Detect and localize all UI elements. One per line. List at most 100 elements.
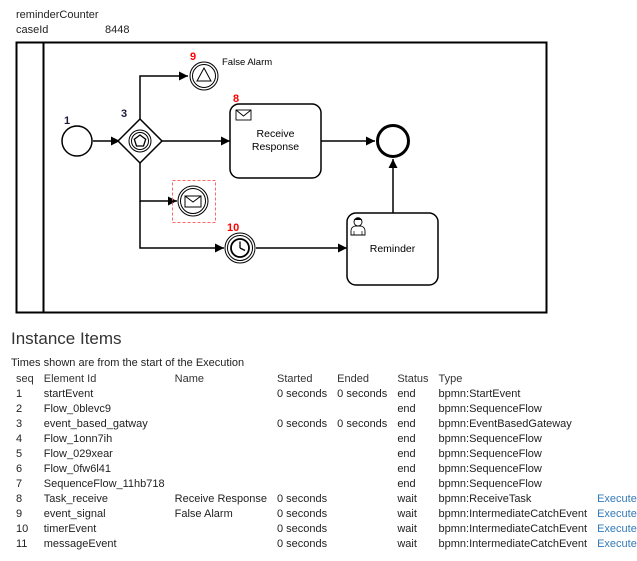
cell-type: bpmn:SequenceFlow: [438, 448, 542, 460]
table-row: 11 messageEvent 0 seconds wait bpmn:Intermed…: [11, 537, 637, 552]
table-row: 4 Flow_1onn7ih end bpmn:SequenceFlow: [11, 432, 637, 447]
table-row: 5 Flow_029xear end bpmn:SequenceFlow: [11, 447, 637, 462]
end-event[interactable]: [376, 124, 410, 158]
cell-element-id: startEvent: [43, 388, 94, 400]
cell-name: [170, 417, 272, 432]
table-header-row: seq Element Id Name Started Ended Status…: [11, 372, 637, 387]
cell-status: end: [397, 418, 416, 430]
table-body: 1 startEvent 0 seconds 0 seconds end bpmn:Sta…: [11, 387, 637, 552]
cell-status: end: [397, 433, 416, 445]
cell-status: end: [397, 463, 416, 475]
seq-label: 9: [190, 51, 196, 63]
execute-link[interactable]: Execute: [597, 508, 637, 520]
cell-action: [592, 417, 637, 432]
cell-seq: 5: [16, 448, 23, 460]
cell-name: [170, 522, 272, 537]
cell-ended: [332, 522, 392, 537]
cell-ended: 0 seconds: [337, 418, 388, 430]
cell-seq: 11: [16, 538, 28, 550]
cell-name: False Alarm: [174, 508, 233, 520]
cell-status: wait: [397, 523, 417, 535]
cell-started: [272, 402, 332, 417]
cell-status: end: [397, 478, 416, 490]
cell-action: [592, 387, 637, 402]
column-header-type: Type: [438, 373, 463, 385]
cell-seq: 10: [16, 523, 29, 535]
cell-action: [592, 477, 637, 492]
cell-seq: 8: [16, 493, 23, 505]
cell-element-id: Task_receive: [43, 493, 108, 505]
receive-task[interactable]: Receive Response 8: [229, 93, 322, 179]
table-row: 6 Flow_0fw6l41 end bpmn:SequenceFlow: [11, 462, 637, 477]
cell-started: 0 seconds: [277, 508, 328, 520]
cell-element-id: Flow_1onn7ih: [43, 433, 113, 445]
cell-name: Receive Response: [174, 493, 267, 505]
bpmn-diagram: 1 3 9 False Alarm Receive Response 8 10 …: [15, 41, 548, 314]
cell-type: bpmn:IntermediateCatchEvent: [438, 508, 588, 520]
cell-action: [592, 402, 637, 417]
cell-type: bpmn:SequenceFlow: [438, 478, 542, 490]
signal-catch-event[interactable]: 9 False Alarm: [189, 51, 272, 91]
cell-element-id: Flow_0fw6l41: [43, 463, 112, 475]
cell-element-id: timerEvent: [43, 523, 97, 535]
cell-started: [272, 477, 332, 492]
column-header-status: Status: [397, 373, 429, 385]
cell-started: 0 seconds: [277, 493, 328, 505]
cell-type: bpmn:IntermediateCatchEvent: [438, 538, 588, 550]
table-row: 9 event_signal False Alarm 0 seconds wait bpm…: [11, 507, 637, 522]
envelope-icon: [235, 109, 252, 121]
cell-type: bpmn:SequenceFlow: [438, 403, 542, 415]
table-row: 3 event_based_gatway 0 seconds 0 seconds end…: [11, 417, 637, 432]
cell-seq: 3: [16, 418, 23, 430]
cell-seq: 4: [16, 433, 23, 445]
cell-started: [272, 447, 332, 462]
cell-action: [592, 462, 637, 477]
cell-seq: 1: [16, 388, 23, 400]
table-row: 2 Flow_0blevc9 end bpmn:SequenceFlow: [11, 402, 637, 417]
cell-started: 0 seconds: [277, 523, 328, 535]
flow-gateway-to-signal[interactable]: [139, 71, 188, 121]
table-row: 1 startEvent 0 seconds 0 seconds end bpmn:Sta…: [11, 387, 637, 402]
column-header-name: Name: [174, 373, 204, 385]
cell-started: 0 seconds: [277, 418, 328, 430]
cell-type: bpmn:StartEvent: [438, 388, 521, 400]
cell-name: [170, 387, 272, 402]
cell-element-id: Flow_029xear: [43, 448, 113, 460]
execute-link[interactable]: Execute: [597, 538, 637, 550]
cell-ended: [332, 492, 392, 507]
flow-gateway-to-message[interactable]: [139, 161, 177, 206]
cell-ended: 0 seconds: [337, 388, 388, 400]
cell-name: [170, 402, 272, 417]
timer-catch-event[interactable]: 10: [224, 222, 256, 264]
column-header-ended: Ended: [337, 373, 369, 385]
column-header-element-id: Element Id: [43, 373, 97, 385]
cell-seq: 2: [16, 403, 23, 415]
message-catch-event[interactable]: [172, 180, 216, 223]
table-row: 10 timerEvent 0 seconds wait bpmn:Intermedia…: [11, 522, 637, 537]
start-event[interactable]: 1: [61, 115, 93, 157]
cell-status: end: [397, 448, 416, 460]
cell-action: [592, 447, 637, 462]
reminder-user-task[interactable]: Reminder: [346, 212, 439, 286]
cell-action: Execute: [592, 492, 637, 507]
cell-type: bpmn:ReceiveTask: [438, 493, 532, 505]
clock-icon: [230, 238, 250, 258]
cell-started: [272, 432, 332, 447]
cell-name: [170, 462, 272, 477]
execute-link[interactable]: Execute: [597, 523, 637, 535]
cell-started: 0 seconds: [277, 538, 328, 550]
cell-action: [592, 432, 637, 447]
cell-ended: [332, 477, 392, 492]
table-row: 7 SequenceFlow_11hb718 end bpmn:SequenceFlo…: [11, 477, 637, 492]
cell-ended: [332, 402, 392, 417]
cell-status: end: [397, 403, 416, 415]
seq-label: 3: [121, 108, 127, 120]
cell-ended: [332, 447, 392, 462]
cell-type: bpmn:SequenceFlow: [438, 433, 542, 445]
column-header-started: Started: [277, 373, 313, 385]
cell-started: 0 seconds: [277, 388, 328, 400]
element-label: False Alarm: [222, 57, 272, 68]
execute-link[interactable]: Execute: [597, 493, 637, 505]
cell-type: bpmn:IntermediateCatchEvent: [438, 523, 588, 535]
times-note: Times shown are from the start of the Ex…: [11, 357, 245, 369]
